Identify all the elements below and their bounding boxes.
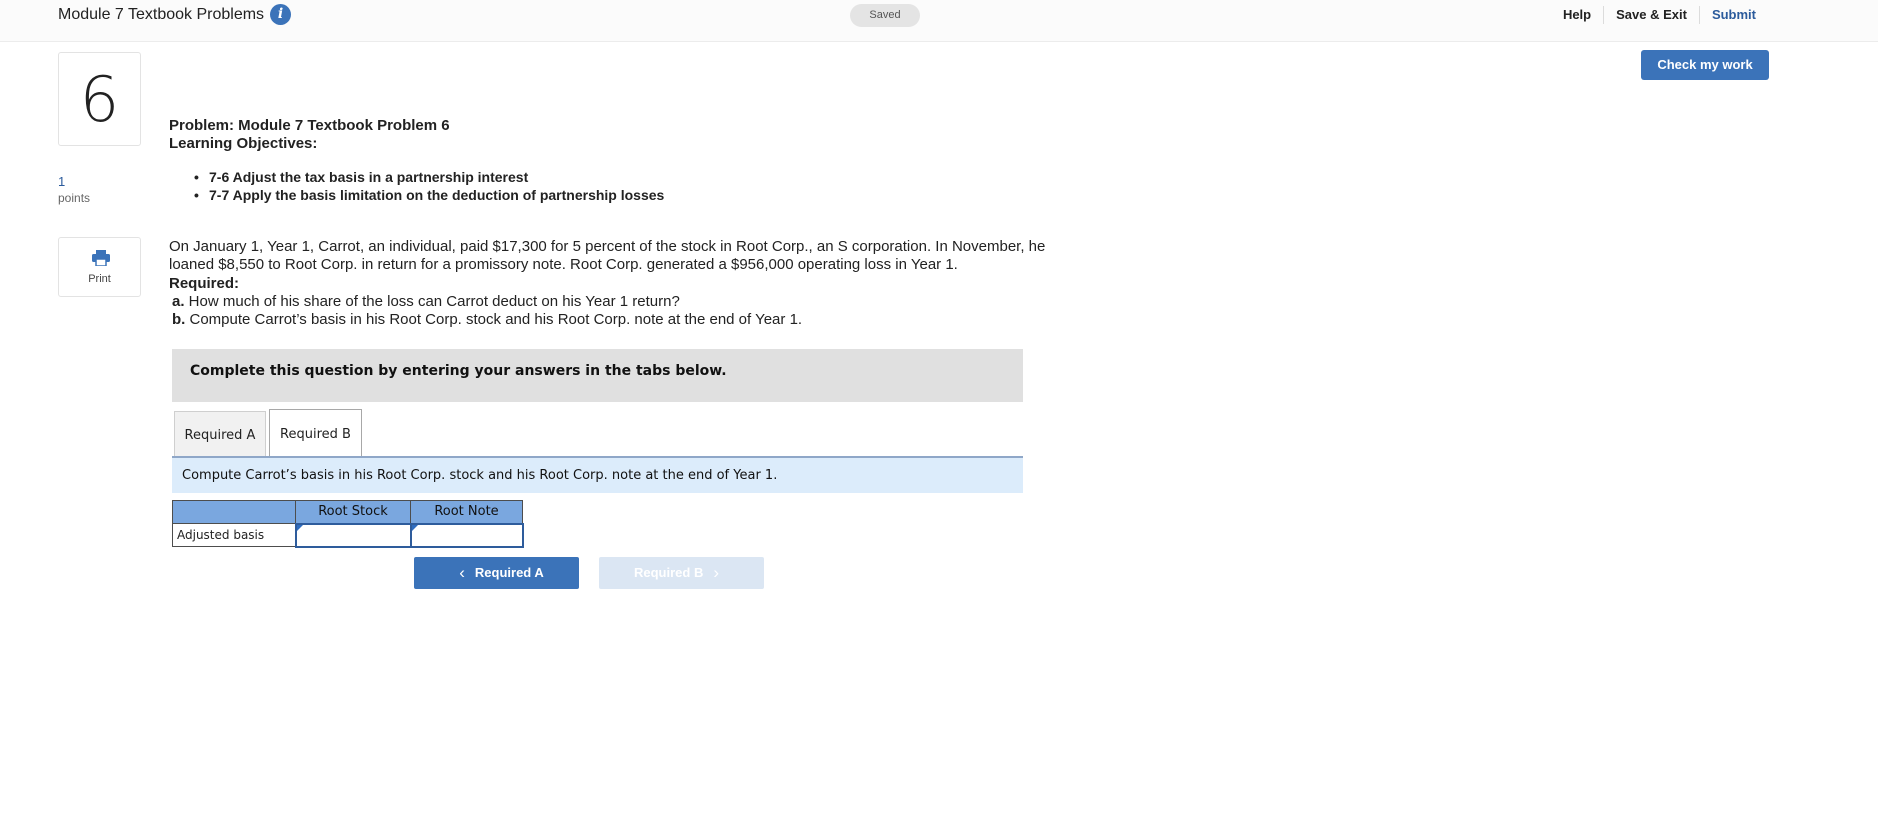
top-header: Module 7 Textbook Problems i Saved Help … — [0, 0, 1878, 42]
required-part-b: b. Compute Carrot’s basis in his Root Co… — [172, 311, 802, 329]
chevron-left-icon: ‹ — [459, 563, 465, 582]
learning-objectives-list: 7-6 Adjust the tax basis in a partnershi… — [194, 168, 664, 204]
learning-objective-item: 7-6 Adjust the tax basis in a partnershi… — [194, 168, 664, 186]
part-a-text: How much of his share of the loss can Ca… — [184, 293, 680, 310]
problem-body-line: On January 1, Year 1, Carrot, an individ… — [169, 238, 1046, 255]
required-part-a: a. How much of his share of the loss can… — [172, 293, 680, 311]
instructions-panel: Complete this question by entering your … — [172, 349, 1023, 402]
saved-status-badge: Saved — [850, 4, 920, 27]
print-button[interactable]: Print — [58, 237, 141, 297]
part-b-text: Compute Carrot’s basis in his Root Corp.… — [185, 311, 803, 328]
next-required-b-button[interactable]: Required B › — [599, 557, 764, 589]
header-nav: Help Save & Exit Submit — [1551, 6, 1768, 24]
instructions-text: Complete this question by entering your … — [190, 363, 727, 379]
tab-description-text: Compute Carrot’s basis in his Root Corp.… — [182, 468, 778, 483]
tab-description-panel: Compute Carrot’s basis in his Root Corp.… — [172, 458, 1023, 493]
column-header-root-note: Root Note — [410, 500, 523, 524]
save-exit-link[interactable]: Save & Exit — [1604, 6, 1699, 24]
printer-icon — [92, 250, 110, 266]
required-label: Required: — [169, 275, 240, 292]
learning-objectives-label: Learning Objectives: — [169, 135, 318, 152]
problem-body: On January 1, Year 1, Carrot, an individ… — [169, 238, 1089, 274]
table-header-row: Root Stock Root Note — [172, 500, 523, 524]
problem-title: Problem: Module 7 Textbook Problem 6 — [169, 117, 450, 134]
question-number: 6 — [58, 52, 141, 146]
points-value: 1 — [58, 174, 66, 189]
part-b-letter: b. — [172, 311, 186, 328]
points-label: points — [58, 191, 91, 205]
tab-required-a[interactable]: Required A — [174, 411, 266, 458]
print-label: Print — [88, 273, 111, 285]
root-note-input[interactable] — [409, 522, 524, 548]
problem-body-line: loaned $8,550 to Root Corp. in return fo… — [169, 256, 958, 273]
prev-button-label: Required A — [474, 565, 544, 580]
next-button-label: Required B — [633, 565, 704, 580]
table-corner-cell — [172, 500, 296, 524]
row-label-adjusted-basis: Adjusted basis — [172, 523, 296, 547]
table-row: Adjusted basis — [172, 522, 524, 548]
prev-required-a-button[interactable]: ‹ Required A — [414, 557, 579, 589]
part-a-letter: a. — [172, 293, 185, 310]
answer-table: Root Stock Root Note Adjusted basis — [172, 500, 524, 548]
chevron-right-icon: › — [713, 563, 719, 582]
help-link[interactable]: Help — [1551, 6, 1603, 24]
learning-objective-item: 7-7 Apply the basis limitation on the de… — [194, 186, 664, 204]
column-header-root-stock: Root Stock — [295, 500, 411, 524]
submit-link[interactable]: Submit — [1700, 6, 1768, 24]
check-my-work-button[interactable]: Check my work — [1641, 50, 1769, 80]
assignment-title: Module 7 Textbook Problems — [58, 6, 265, 23]
root-stock-input[interactable] — [294, 522, 412, 548]
tab-required-b[interactable]: Required B — [269, 409, 362, 459]
info-icon[interactable]: i — [270, 4, 291, 25]
